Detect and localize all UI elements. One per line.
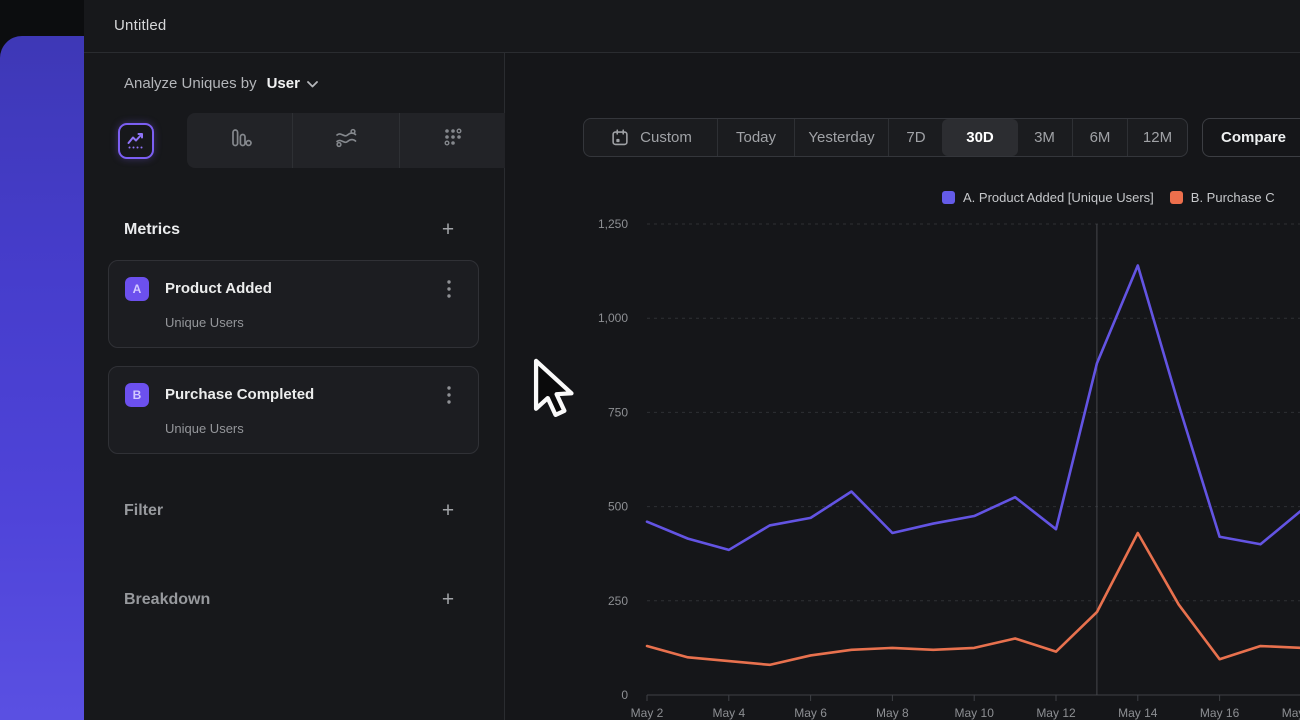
app-window: Untitled Analyze Uniques by User: [84, 0, 1300, 720]
tab-grid-chart[interactable]: [399, 113, 505, 168]
metrics-header: Metrics: [124, 221, 180, 239]
analyze-by-value: User: [267, 75, 300, 92]
x-axis-tick-label: May 10: [955, 706, 995, 720]
desktop-background: [0, 0, 84, 720]
titlebar: Untitled: [84, 0, 1300, 53]
kebab-menu-icon[interactable]: [440, 279, 458, 301]
y-axis-tick-label: 1,000: [598, 311, 628, 325]
tab-flow-chart[interactable]: [292, 113, 398, 168]
chart-type-tab-band: [187, 113, 505, 168]
bar-chart-icon: [227, 126, 253, 155]
chevron-down-icon: [307, 75, 318, 92]
metric-measure: Unique Users: [165, 315, 244, 330]
filter-section-header: Filter +: [84, 496, 505, 526]
analyze-by-label: Analyze Uniques by: [124, 75, 257, 92]
analyze-by-select[interactable]: User: [267, 75, 318, 92]
screen: Untitled Analyze Uniques by User: [0, 0, 1300, 720]
x-axis-tick-label: May 8: [876, 706, 909, 720]
metric-badge-a: A: [125, 277, 149, 301]
series-line-b[interactable]: [647, 533, 1300, 665]
sidebar: Analyze Uniques by User: [84, 53, 505, 720]
metric-badge-b: B: [125, 383, 149, 407]
chart-type-tabs: [84, 113, 505, 168]
y-axis-tick-label: 750: [608, 405, 628, 419]
x-axis-tick-label: May 16: [1200, 706, 1240, 720]
x-axis-tick-label: May 14: [1118, 706, 1158, 720]
metric-name: Product Added: [165, 280, 272, 297]
y-axis-tick-label: 0: [621, 688, 628, 702]
breakdown-section-header: Breakdown +: [84, 585, 505, 615]
desktop-gradient: [0, 36, 84, 720]
add-metric-button[interactable]: +: [438, 220, 458, 240]
line-chart-icon: [118, 123, 154, 159]
page-title: Untitled: [114, 17, 166, 34]
metric-card-purchase-completed[interactable]: B Purchase Completed Unique Users: [108, 366, 479, 454]
tab-bar-chart[interactable]: [187, 113, 292, 168]
add-breakdown-button[interactable]: +: [438, 590, 458, 610]
x-axis-tick-label: May 18: [1282, 706, 1300, 720]
x-axis-tick-label: May 2: [631, 706, 664, 720]
series-line-a[interactable]: [647, 265, 1300, 549]
x-axis-tick-label: May 4: [712, 706, 745, 720]
x-axis-tick-label: May 12: [1036, 706, 1076, 720]
kebab-menu-icon[interactable]: [440, 385, 458, 407]
y-axis-tick-label: 1,250: [598, 217, 628, 231]
tab-line-chart[interactable]: [84, 113, 187, 168]
flow-chart-icon: [333, 126, 359, 155]
chart-panel: CustomTodayYesterday7D30D3M6M12M Compare…: [505, 53, 1300, 720]
x-axis-tick-label: May 6: [794, 706, 827, 720]
y-axis-tick-label: 250: [608, 594, 628, 608]
analyze-by-row: Analyze Uniques by User: [84, 53, 504, 113]
filter-header: Filter: [124, 502, 163, 520]
add-filter-button[interactable]: +: [438, 501, 458, 521]
app-body: Analyze Uniques by User: [84, 53, 1300, 720]
breakdown-header: Breakdown: [124, 591, 210, 609]
metric-name: Purchase Completed: [165, 386, 314, 403]
metrics-section-header: Metrics +: [84, 215, 505, 245]
y-axis-tick-label: 500: [608, 500, 628, 514]
metric-measure: Unique Users: [165, 421, 244, 436]
line-chart[interactable]: 0 250 500 750 1,000 1,250 May 2 May 4 May 6 May 8…: [505, 53, 1300, 720]
grid-chart-icon: [439, 126, 465, 155]
metric-card-product-added[interactable]: A Product Added Unique Users: [108, 260, 479, 348]
